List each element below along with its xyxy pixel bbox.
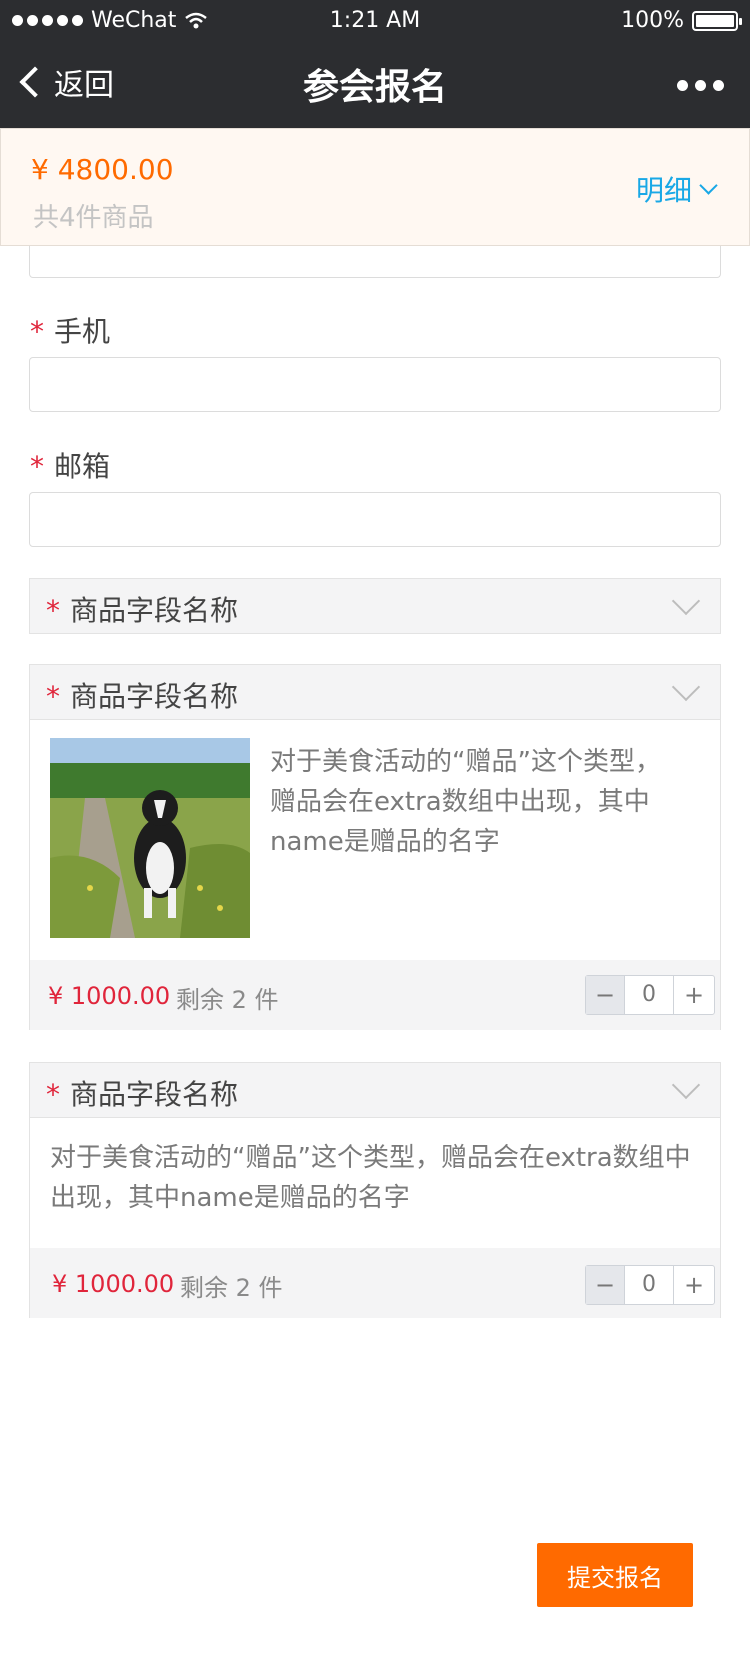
chevron-down-icon xyxy=(671,586,701,616)
product-image xyxy=(50,738,250,938)
product-field-label: * 商品字段名称 xyxy=(46,589,238,629)
detail-toggle[interactable]: 明细 xyxy=(635,169,718,209)
required-mark: * xyxy=(46,680,60,713)
chevron-down-icon xyxy=(699,175,718,195)
price-summary: ¥ 4800.00 共4件商品 明细 xyxy=(0,128,750,246)
product-field-label-text: 商品字段名称 xyxy=(70,1078,239,1111)
status-bar: WeChat 1:21 AM 100% xyxy=(0,0,750,40)
product-description: 对于美食活动的“赠品”这个类型，赠品会在extra数组中出现，其中name是赠品… xyxy=(270,747,661,857)
product-field-label-text: 商品字段名称 xyxy=(70,594,239,627)
battery-percent: 100% xyxy=(621,8,684,33)
product-price: ¥ 1000.00 xyxy=(48,982,171,1010)
email-input[interactable] xyxy=(29,492,721,547)
quantity-value[interactable]: 0 xyxy=(624,976,674,1014)
product-card-3: 对于美食活动的“赠品”这个类型，赠品会在extra数组中出现，其中name是赠品… xyxy=(29,1118,721,1318)
required-mark: * xyxy=(46,1078,60,1111)
product-description: 对于美食活动的“赠品”这个类型，赠品会在extra数组中出现，其中name是赠品… xyxy=(50,1143,691,1213)
phone-input[interactable] xyxy=(29,357,721,412)
email-label: * 邮箱 xyxy=(30,445,110,485)
more-menu-button[interactable] xyxy=(677,80,724,91)
quantity-value[interactable]: 0 xyxy=(624,1266,674,1304)
more-dot-icon xyxy=(677,80,688,91)
decrease-button[interactable]: − xyxy=(586,976,624,1014)
email-label-text: 邮箱 xyxy=(54,450,111,483)
battery-icon xyxy=(692,10,742,31)
product-remaining: 剩余 2 件 xyxy=(180,1274,283,1302)
required-mark: * xyxy=(30,315,44,348)
status-right: 100% xyxy=(621,8,742,33)
product-remaining: 剩余 2 件 xyxy=(176,986,279,1014)
decrease-button[interactable]: − xyxy=(586,1266,624,1304)
product-field-label: * 商品字段名称 xyxy=(46,675,238,715)
product-price: ¥ 1000.00 xyxy=(52,1270,175,1298)
dog-photo-illustration xyxy=(50,738,250,938)
product-select-3[interactable]: * 商品字段名称 xyxy=(29,1062,721,1118)
detail-label: 明细 xyxy=(635,174,692,207)
phone-label: * 手机 xyxy=(30,310,110,350)
more-dot-icon xyxy=(713,80,724,91)
increase-button[interactable]: + xyxy=(674,1266,714,1304)
page-title: 参会报名 xyxy=(302,67,447,108)
quantity-stepper: − 0 + xyxy=(585,1265,715,1305)
product-footer: ¥ 1000.00 剩余 2 件 − 0 + xyxy=(30,1248,720,1318)
previous-field-input[interactable] xyxy=(29,246,721,278)
nav-bar: 返回 参会报名 xyxy=(0,40,750,128)
product-field-label: * 商品字段名称 xyxy=(46,1073,238,1113)
top-bar: WeChat 1:21 AM 100% 返回 参会报名 xyxy=(0,0,750,128)
total-price: ¥ 4800.00 xyxy=(31,153,174,186)
phone-label-text: 手机 xyxy=(54,315,111,348)
product-select-1[interactable]: * 商品字段名称 xyxy=(29,578,721,634)
item-count: 共4件商品 xyxy=(33,203,154,233)
required-mark: * xyxy=(46,594,60,627)
submit-button[interactable]: 提交报名 xyxy=(537,1543,693,1607)
product-footer: ¥ 1000.00 剩余 2 件 − 0 + xyxy=(30,960,720,1030)
chevron-down-icon xyxy=(671,1070,701,1100)
required-mark: * xyxy=(30,450,44,483)
product-select-2[interactable]: * 商品字段名称 xyxy=(29,664,721,720)
more-dot-icon xyxy=(695,80,706,91)
increase-button[interactable]: + xyxy=(674,976,714,1014)
product-card-2: 对于美食活动的“赠品”这个类型，赠品会在extra数组中出现，其中name是赠品… xyxy=(29,720,721,1030)
product-field-label-text: 商品字段名称 xyxy=(70,680,239,713)
quantity-stepper: − 0 + xyxy=(585,975,715,1015)
chevron-down-icon xyxy=(671,672,701,702)
